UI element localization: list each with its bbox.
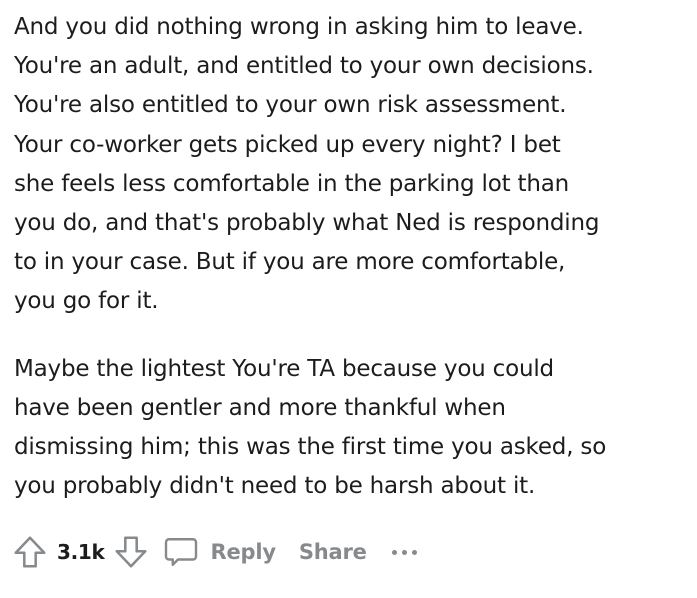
downvote-arrow-icon [115, 536, 147, 568]
upvote-arrow-icon [14, 536, 46, 568]
share-label: Share [298, 540, 367, 564]
comment-line: And you did nothing wrong in asking him … [14, 14, 584, 40]
upvote-button[interactable] [10, 532, 50, 572]
reply-button[interactable]: Reply [163, 535, 276, 569]
share-button[interactable]: Share [299, 540, 367, 564]
comment-line: dismissing him; this was the first time … [14, 434, 607, 461]
comment-paragraph-2: Maybe the lightest You're TA because you… [14, 350, 684, 507]
comment-line: You're also entitled to your own risk as… [14, 92, 567, 119]
downvote-button[interactable] [111, 532, 151, 572]
comment-paragraph-1: And you did nothing wrong in asking him … [14, 8, 684, 322]
vote-score: 3.1k [57, 540, 105, 564]
comment-line: Maybe the lightest You're TA because you… [14, 355, 554, 382]
reply-label: Reply [210, 540, 277, 564]
comment-line: You're an adult, and entitled to your ow… [14, 53, 594, 80]
comment-line: you go for it. [14, 288, 159, 315]
comment-line: she feels less comfortable in the parkin… [14, 170, 569, 197]
comment-action-bar: 3.1k Reply Share [10, 531, 417, 573]
vote-controls: 3.1k [10, 532, 151, 572]
comment-line: have been gentler and more thankful when [14, 394, 506, 421]
comment-line: you do, and that's probably what Ned is … [14, 210, 600, 237]
more-dots-icon [401, 549, 407, 555]
comment-line: to in your case. But if you are more com… [14, 249, 566, 276]
comment-line: Your co-worker gets picked up every nigh… [14, 131, 561, 158]
comment-body: And you did nothing wrong in asking him … [14, 8, 684, 506]
comment-line: you probably didn't need to be harsh abo… [14, 473, 536, 500]
more-dots-icon [411, 549, 417, 555]
more-dots-icon [391, 549, 397, 555]
speech-bubble-icon [163, 535, 199, 569]
more-options-button[interactable] [391, 532, 417, 572]
